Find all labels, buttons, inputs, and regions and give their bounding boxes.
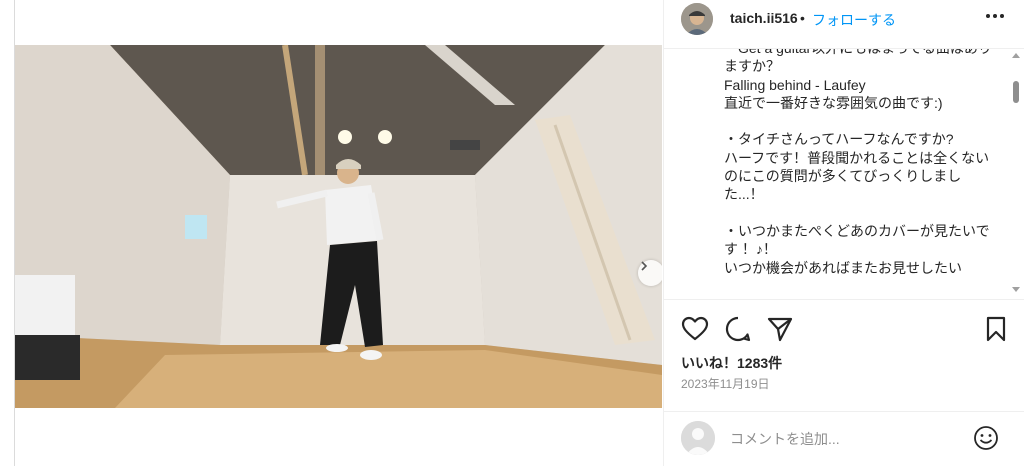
- caption-line: Falling behind - Laufey: [724, 76, 866, 93]
- scroll-up-arrow[interactable]: [1012, 53, 1020, 58]
- emoji-icon[interactable]: [973, 425, 999, 451]
- header-separator: •: [800, 10, 805, 26]
- user-icon: [681, 421, 715, 455]
- post-video[interactable]: [15, 45, 662, 408]
- more-icon[interactable]: [984, 6, 1006, 26]
- bookmark-icon[interactable]: [982, 315, 1010, 343]
- heart-icon[interactable]: [681, 315, 709, 343]
- caption-line: 直近で一番好きな雰囲気の曲です:): [724, 94, 943, 111]
- post-date: 2023年11月19日: [681, 377, 770, 391]
- divider: [664, 411, 1024, 412]
- chevron-right-icon: [641, 261, 648, 271]
- caption-line: ・いつかまたぺくどあのカバーが見たいです ！♪！: [724, 222, 990, 258]
- author-username[interactable]: taich.ii516: [730, 10, 798, 26]
- caption-line: [724, 204, 1000, 222]
- scroll-down-arrow[interactable]: [1012, 287, 1020, 292]
- caption-line: [724, 112, 1000, 130]
- caption-line: ・Get a guitar以外にもはまってる曲はありますか？: [724, 49, 992, 75]
- follow-button[interactable]: フォローする: [812, 10, 896, 30]
- current-user-avatar: [681, 421, 715, 455]
- caption-line: ・タイチさんってハーフなんですか?: [724, 131, 954, 148]
- send-icon[interactable]: [766, 315, 794, 343]
- caption-line: いつか機会があればまたお見せしたい: [724, 259, 962, 276]
- caption-scrollbar[interactable]: [1012, 49, 1020, 299]
- avatar-image: [681, 3, 713, 35]
- author-avatar[interactable]: [681, 3, 713, 35]
- like-count[interactable]: いいね！1283件: [681, 353, 782, 373]
- dance-studio-scene: [15, 45, 662, 408]
- post-details-panel: taich.ii516 • フォローする ・Get a guitar以外にもはま…: [663, 0, 1024, 466]
- caption-line: ハーフです！普段聞かれることは全くないのにこの質問が多くてびっくりしました...…: [724, 149, 990, 203]
- caption-scroll-area[interactable]: ・Get a guitar以外にもはまってる曲はありますか？ Falling b…: [664, 49, 1010, 297]
- scrollbar-thumb[interactable]: [1013, 81, 1019, 103]
- divider: [664, 299, 1024, 300]
- comment-input[interactable]: [728, 428, 962, 450]
- caption-text: ・Get a guitar以外にもはまってる曲はありますか？ Falling b…: [724, 49, 1000, 277]
- comment-icon[interactable]: [724, 315, 752, 343]
- post-header: taich.ii516 • フォローする: [664, 0, 1024, 49]
- next-slide-button[interactable]: [638, 260, 662, 286]
